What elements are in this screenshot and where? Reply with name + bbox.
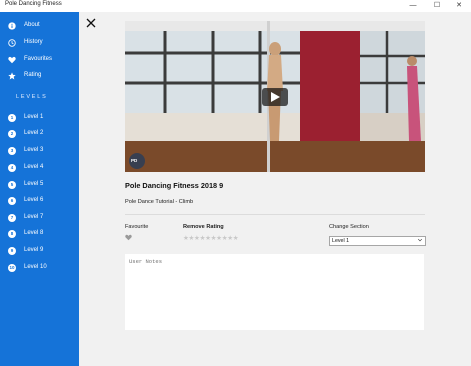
section-select-value: Level 1 [332, 238, 350, 244]
window-title: Pole Dancing Fitness [5, 1, 62, 7]
sidebar-item-label: Level 7 [24, 214, 44, 220]
heart-icon[interactable] [125, 234, 132, 241]
level-number-icon: 9 [8, 247, 16, 255]
sidebar-item-label: Favourites [24, 56, 53, 62]
star-icon [8, 72, 16, 80]
level-number-icon: 2 [8, 130, 16, 138]
sidebar-item-level-2[interactable]: 2 Level 2 [0, 128, 79, 142]
sidebar-item-label: Level 3 [24, 147, 44, 153]
minimize-button[interactable]: — [401, 0, 425, 12]
video-subtitle: Pole Dance Tutorial - Climb [125, 199, 194, 205]
sidebar-item-label: About [24, 22, 40, 28]
maximize-button[interactable]: ☐ [425, 0, 449, 12]
video-player[interactable]: PD [125, 21, 425, 172]
heart-icon [8, 56, 16, 64]
sidebar-item-level-4[interactable]: 4 Level 4 [0, 162, 79, 176]
sidebar-item-level-9[interactable]: 9 Level 9 [0, 245, 79, 259]
level-number-icon: 6 [8, 197, 16, 205]
sidebar-item-rating[interactable]: Rating [0, 70, 79, 84]
level-number-icon: 10 [8, 264, 16, 272]
levels-header: LEVELS [16, 94, 48, 100]
user-notes-input[interactable] [125, 254, 424, 330]
rating-stars[interactable]: ★★★★★★★★★★ [183, 234, 239, 242]
sidebar-item-label: Level 9 [24, 247, 44, 253]
sidebar-item-label: Level 5 [24, 181, 44, 187]
chevron-down-icon [417, 238, 423, 242]
favourite-label: Favourite [125, 224, 149, 230]
sidebar-item-label: Level 10 [24, 264, 47, 270]
window-close-button[interactable]: ✕ [447, 0, 471, 12]
sidebar-item-level-10[interactable]: 10 Level 10 [0, 262, 79, 276]
sidebar-item-label: Level 6 [24, 197, 44, 203]
level-number-icon: 4 [8, 164, 16, 172]
video-title: Pole Dancing Fitness 2018 9 [125, 181, 224, 190]
level-number-icon: 3 [8, 147, 16, 155]
sidebar-item-about[interactable]: About [0, 20, 79, 34]
sidebar-item-level-5[interactable]: 5 Level 5 [0, 179, 79, 193]
remove-rating-button[interactable]: Remove Rating [183, 224, 224, 230]
level-number-icon: 7 [8, 214, 16, 222]
info-icon [8, 22, 16, 30]
sidebar-item-label: Level 1 [24, 114, 44, 120]
channel-badge: PD [131, 158, 138, 163]
sidebar-item-history[interactable]: History [0, 37, 79, 51]
divider [125, 214, 425, 215]
sidebar-item-level-7[interactable]: 7 Level 7 [0, 212, 79, 226]
level-number-icon: 5 [8, 181, 16, 189]
close-icon[interactable] [84, 16, 98, 30]
sidebar-item-label: Level 4 [24, 164, 44, 170]
sidebar-item-level-1[interactable]: 1 Level 1 [0, 112, 79, 126]
sidebar-item-label: History [24, 39, 43, 45]
video-thumbnail [125, 21, 425, 172]
level-number-icon: 8 [8, 230, 16, 238]
sidebar-item-label: Level 2 [24, 130, 44, 136]
sidebar-item-favourites[interactable]: Favourites [0, 54, 79, 68]
change-section-label: Change Section [329, 224, 369, 230]
level-number-icon: 1 [8, 114, 16, 122]
clock-icon [8, 39, 16, 47]
sidebar-item-level-6[interactable]: 6 Level 6 [0, 195, 79, 209]
sidebar-item-level-8[interactable]: 8 Level 8 [0, 228, 79, 242]
sidebar-item-label: Level 8 [24, 230, 44, 236]
section-select[interactable]: Level 1 [329, 236, 426, 246]
sidebar-item-label: Rating [24, 72, 42, 78]
sidebar-item-level-3[interactable]: 3 Level 3 [0, 145, 79, 159]
